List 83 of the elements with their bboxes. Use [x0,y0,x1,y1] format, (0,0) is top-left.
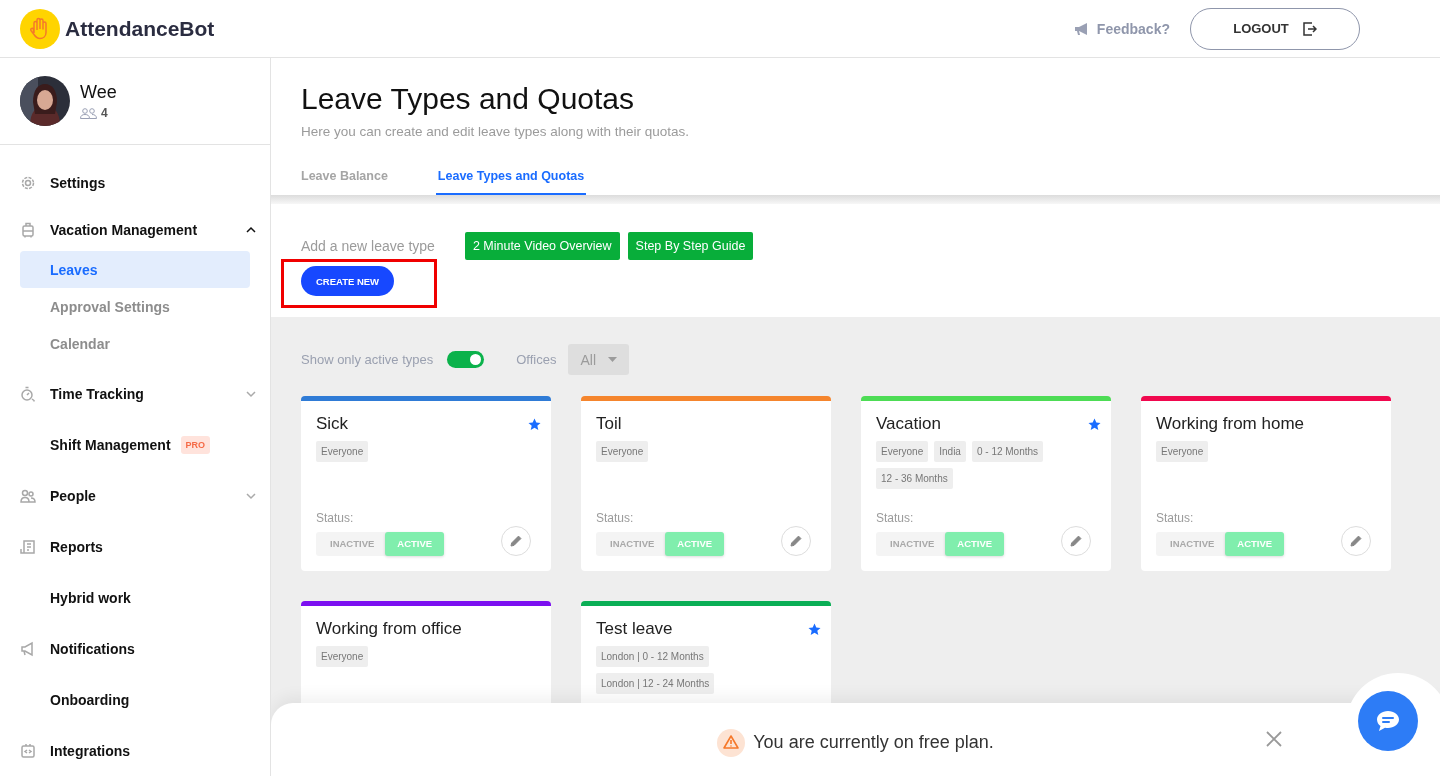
feedback-link[interactable]: Feedback? [1073,20,1170,37]
tag: Everyone [596,441,649,462]
status-option[interactable]: INACTIVE [596,531,666,556]
tag: London | 0 - 12 Months [596,646,709,667]
tag: 0 - 12 Months [971,441,1044,462]
guide-button[interactable]: Step By Step Guide [627,232,754,260]
sidebar-item[interactable]: Notifications [0,623,270,674]
pencil-icon [1350,535,1362,547]
tag: India [934,441,966,462]
star-icon[interactable] [808,623,821,636]
caret-icon [608,357,617,362]
tab[interactable]: Leave Balance [301,161,388,195]
edit-button[interactable] [781,526,811,556]
offices-label: Offices [516,352,557,367]
chat-icon [1375,709,1401,733]
close-button[interactable] [1266,731,1282,747]
people-icon [80,107,97,119]
logout-button[interactable]: LOGOUT [1190,7,1360,50]
sidebar-item[interactable]: Integrations [0,725,270,776]
status-label: Status: [596,511,635,525]
status-label: Status: [316,511,355,525]
status-option[interactable]: INACTIVE [316,531,386,556]
sidebar-subitem[interactable]: Calendar [20,325,250,362]
add-leave-label: Add a new leave type [301,238,435,254]
status-label: Status: [876,511,915,525]
sidebar-item[interactable]: Settings [0,157,270,208]
sidebar-item[interactable]: Onboarding [0,674,270,725]
edit-button[interactable] [1341,526,1371,556]
report-icon [20,538,36,555]
user-name: Wee [80,82,117,103]
gear-icon [20,174,36,191]
leave-type-name: Working from home [1156,414,1304,434]
luggage-icon [20,221,36,238]
plan-message: You are currently on free plan. [753,732,994,753]
status-option[interactable]: INACTIVE [1156,531,1226,556]
toggle-switch[interactable] [447,351,485,368]
edit-button[interactable] [501,526,531,556]
pro-badge: PRO [180,435,211,454]
offices-dropdown[interactable]: All [568,344,629,375]
tag: Everyone [316,646,369,667]
page-title: Leave Types and Quotas [301,82,636,116]
sidebar-item[interactable]: People [0,470,270,521]
member-count: 4 [101,106,108,120]
stopwatch-icon [20,385,36,402]
page-subtitle: Here you can create and edit leave types along with their quotas. [301,124,690,139]
tag: London | 12 - 24 Months [596,673,715,694]
code-icon [20,742,36,759]
tag: Everyone [876,441,929,462]
leave-type-name: Toil [596,414,622,434]
warning-icon [717,728,746,757]
leave-type-name: Working from office [316,619,462,639]
tag: Everyone [316,441,369,462]
star-icon[interactable] [1088,418,1101,431]
sidebar-item[interactable]: Shift Management PRO [0,419,270,470]
star-icon[interactable] [528,418,541,431]
leave-type-name: Vacation [876,414,941,434]
sidebar-item[interactable]: Vacation Management [0,208,270,251]
tag: Everyone [1156,441,1209,462]
filter-label: Show only active types [301,352,434,367]
sidebar-subitem[interactable]: Approval Settings [20,288,250,325]
megaphone-icon [1073,21,1090,36]
brand-name: AttendanceBot [65,16,215,41]
close-icon [1266,731,1282,747]
status-option[interactable]: INACTIVE [876,531,946,556]
pencil-icon [790,535,802,547]
create-new-button[interactable]: CREATE NEW [301,266,394,296]
logo-icon [20,8,60,49]
pencil-icon [1070,535,1082,547]
leave-type-name: Sick [316,414,349,434]
sidebar-item[interactable]: Time Tracking [0,368,270,419]
sidebar-item[interactable]: Reports [0,521,270,572]
exit-icon [1302,21,1317,36]
tag: 12 - 36 Months [876,468,953,489]
megaphone-icon [20,640,36,657]
guide-button[interactable]: 2 Minute Video Overview [464,232,620,260]
people-icon [20,487,36,504]
edit-button[interactable] [1061,526,1091,556]
chat-button[interactable] [1358,691,1418,751]
sidebar-subitem[interactable]: Leaves [20,251,250,288]
leave-type-name: Test leave [596,619,673,639]
status-label: Status: [1156,511,1195,525]
sidebar-item[interactable]: Hybrid work [0,572,270,623]
pencil-icon [510,535,522,547]
